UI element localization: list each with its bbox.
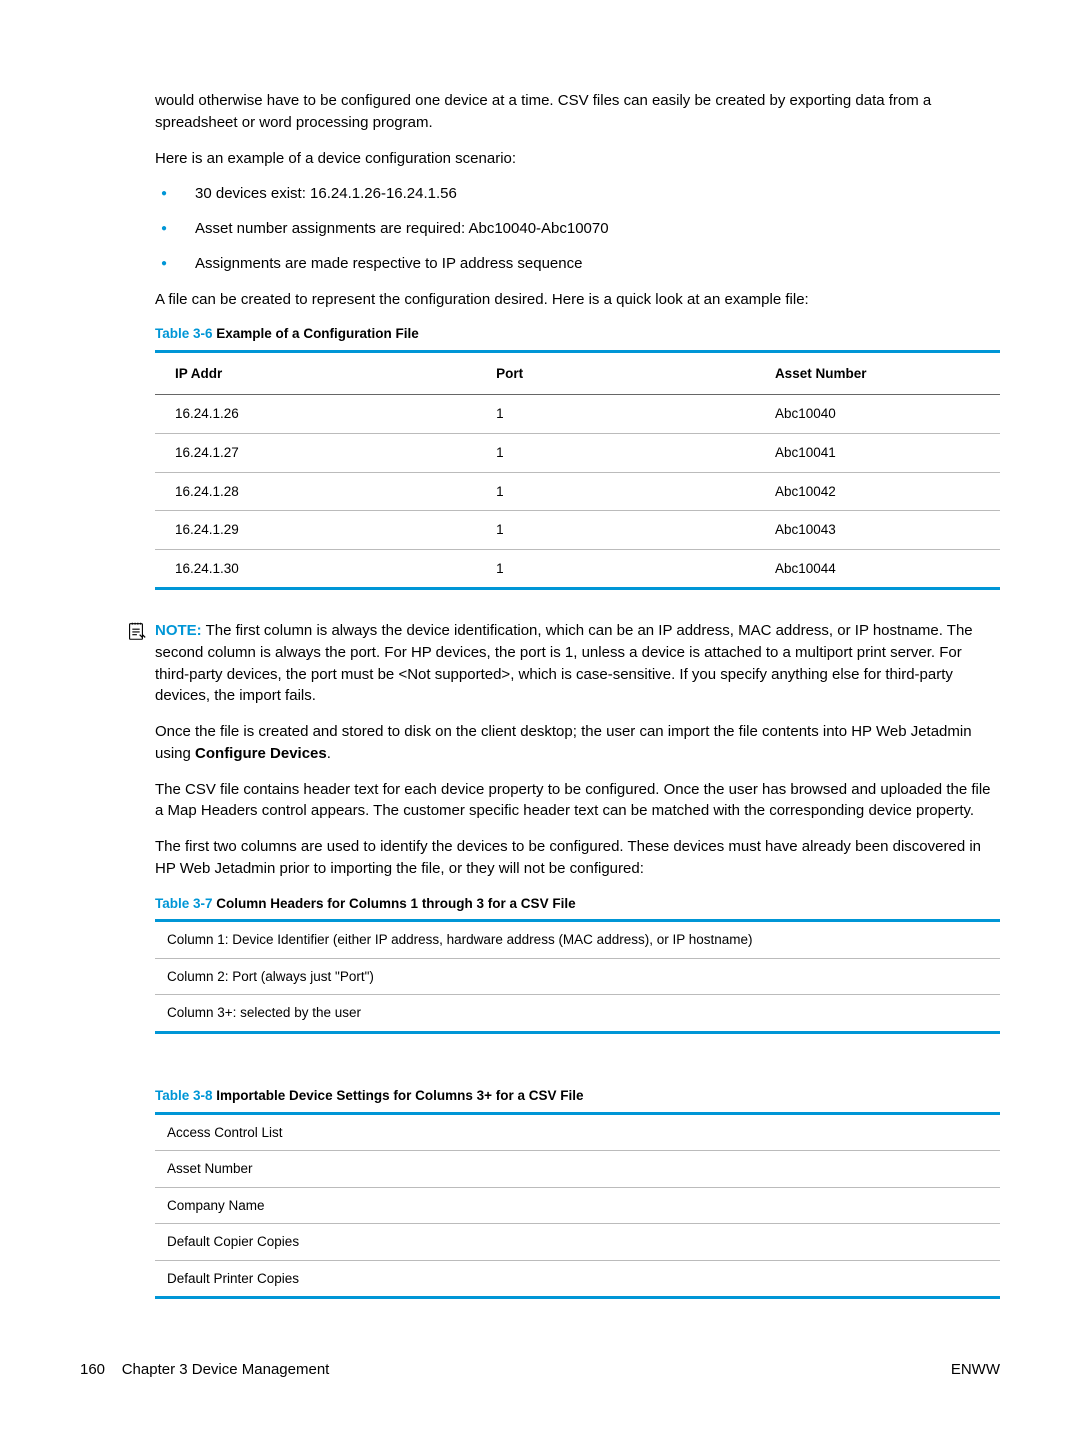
table-row: 16.24.1.271Abc10041 — [155, 433, 1000, 472]
cell-asset: Abc10044 — [755, 549, 1000, 589]
cell-port: 1 — [476, 549, 755, 589]
text-part: . — [327, 745, 331, 762]
table-row: Asset Number — [155, 1151, 1000, 1188]
intro-paragraph-1: would otherwise have to be configured on… — [155, 90, 1000, 134]
cell-ip: 16.24.1.28 — [155, 472, 476, 511]
cell: Column 3+: selected by the user — [155, 995, 1000, 1033]
cell-asset: Abc10040 — [755, 395, 1000, 434]
post-note-paragraph-1: Once the file is created and stored to d… — [155, 721, 1000, 765]
footer-left: 160 Chapter 3 Device Management — [80, 1359, 329, 1381]
cell: Access Control List — [155, 1113, 1000, 1151]
cell-port: 1 — [476, 511, 755, 550]
table-row: 16.24.1.291Abc10043 — [155, 511, 1000, 550]
bullet-item: Assignments are made respective to IP ad… — [155, 253, 1000, 275]
intro-paragraph-3: A file can be created to represent the c… — [155, 289, 1000, 311]
table-3-7-caption: Table 3-7 Column Headers for Columns 1 t… — [155, 894, 1000, 914]
page-footer: 160 Chapter 3 Device Management ENWW — [80, 1359, 1000, 1381]
table-header-port: Port — [476, 351, 755, 395]
configure-devices-bold: Configure Devices — [195, 745, 327, 762]
caption-title: Importable Device Settings for Columns 3… — [213, 1088, 584, 1103]
cell: Default Printer Copies — [155, 1260, 1000, 1298]
chapter-label: Chapter 3 Device Management — [122, 1361, 330, 1378]
table-row: Access Control List — [155, 1113, 1000, 1151]
caption-title: Example of a Configuration File — [213, 326, 419, 341]
bullet-item: 30 devices exist: 16.24.1.26-16.24.1.56 — [155, 183, 1000, 205]
page-number: 160 — [80, 1361, 105, 1378]
cell-port: 1 — [476, 395, 755, 434]
cell: Column 2: Port (always just "Port") — [155, 958, 1000, 995]
cell-asset: Abc10043 — [755, 511, 1000, 550]
table-row: Default Printer Copies — [155, 1260, 1000, 1298]
table-header-asset: Asset Number — [755, 351, 1000, 395]
cell: Company Name — [155, 1187, 1000, 1224]
table-row: 16.24.1.261Abc10040 — [155, 395, 1000, 434]
cell-asset: Abc10042 — [755, 472, 1000, 511]
cell-port: 1 — [476, 472, 755, 511]
table-3-6: IP Addr Port Asset Number 16.24.1.261Abc… — [155, 350, 1000, 590]
caption-prefix: Table 3-8 — [155, 1088, 213, 1103]
post-note-paragraph-3: The first two columns are used to identi… — [155, 836, 1000, 880]
cell: Column 1: Device Identifier (either IP a… — [155, 921, 1000, 959]
table-row: Default Copier Copies — [155, 1224, 1000, 1261]
caption-prefix: Table 3-6 — [155, 326, 213, 341]
post-note-paragraph-2: The CSV file contains header text for ea… — [155, 779, 1000, 823]
cell-ip: 16.24.1.29 — [155, 511, 476, 550]
table-row: Column 2: Port (always just "Port") — [155, 958, 1000, 995]
cell-ip: 16.24.1.26 — [155, 395, 476, 434]
table-3-8: Access Control ListAsset NumberCompany N… — [155, 1112, 1000, 1300]
table-row: Column 3+: selected by the user — [155, 995, 1000, 1033]
note-text: NOTE: The first column is always the dev… — [155, 620, 1000, 707]
cell-ip: 16.24.1.27 — [155, 433, 476, 472]
table-header-ip: IP Addr — [155, 351, 476, 395]
cell-ip: 16.24.1.30 — [155, 549, 476, 589]
table-row: Column 1: Device Identifier (either IP a… — [155, 921, 1000, 959]
note-body: The first column is always the device id… — [155, 622, 973, 704]
bullet-item: Asset number assignments are required: A… — [155, 218, 1000, 240]
cell-port: 1 — [476, 433, 755, 472]
cell: Default Copier Copies — [155, 1224, 1000, 1261]
table-row: 16.24.1.281Abc10042 — [155, 472, 1000, 511]
scenario-bullet-list: 30 devices exist: 16.24.1.26-16.24.1.56 … — [155, 183, 1000, 274]
intro-paragraph-2: Here is an example of a device configura… — [155, 148, 1000, 170]
cell-asset: Abc10041 — [755, 433, 1000, 472]
table-row: 16.24.1.301Abc10044 — [155, 549, 1000, 589]
caption-title: Column Headers for Columns 1 through 3 f… — [213, 896, 576, 911]
note-label: NOTE: — [155, 622, 202, 639]
caption-prefix: Table 3-7 — [155, 896, 213, 911]
table-3-7: Column 1: Device Identifier (either IP a… — [155, 919, 1000, 1034]
note-icon — [125, 620, 147, 649]
table-row: Company Name — [155, 1187, 1000, 1224]
table-3-8-caption: Table 3-8 Importable Device Settings for… — [155, 1086, 1000, 1106]
table-3-6-caption: Table 3-6 Example of a Configuration Fil… — [155, 324, 1000, 344]
footer-right: ENWW — [951, 1359, 1000, 1381]
note-block: NOTE: The first column is always the dev… — [121, 620, 1000, 707]
cell: Asset Number — [155, 1151, 1000, 1188]
